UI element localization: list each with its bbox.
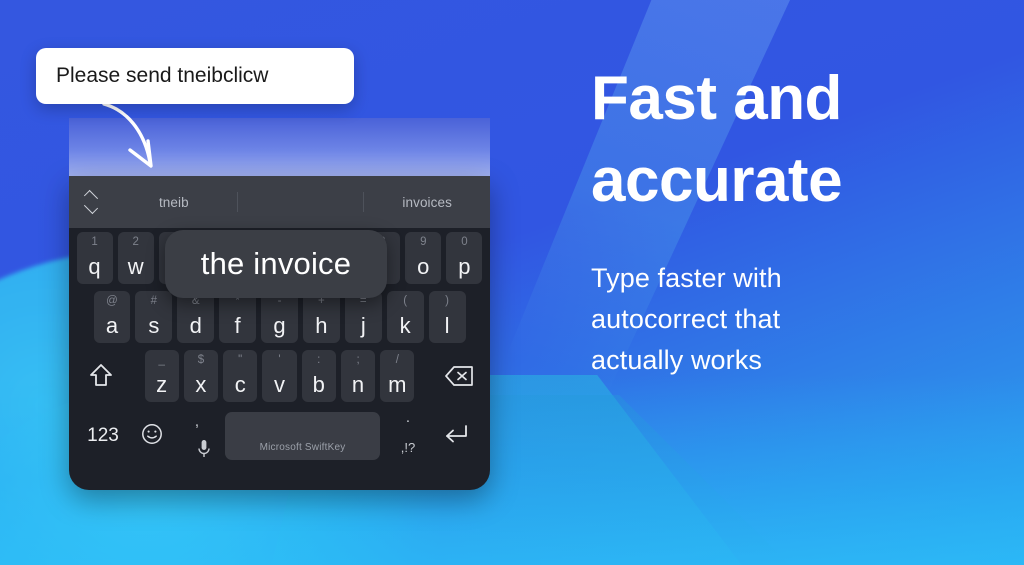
key-b[interactable]: :b [301,349,336,402]
keyboard-row-3-keys: _ z $ x " c ' v :b ; n / m [127,349,432,402]
key-q[interactable]: 1q [76,231,113,284]
headline: Fast and accurate [591,58,991,222]
period-sub-label: . [405,409,411,427]
key-alt-label: ) [445,294,449,307]
key-alt-label: " [238,353,243,366]
key-label: z [156,371,168,397]
keyboard-row-4: 123 , Microsoft SwiftKey ,!? . [69,405,490,467]
smiley-face-icon [141,423,163,450]
key-alt-label: 1 [91,235,98,248]
key-label: a [105,312,119,338]
key-f[interactable]: * f [219,290,257,343]
key-alt-label: ( [403,294,408,307]
key-alt-label: ; [356,353,360,366]
key-label: p [458,253,471,279]
key-label: v [273,371,285,397]
suggestion-item-3[interactable]: invoices [364,195,490,210]
key-c[interactable]: " c [223,349,258,402]
key-label: h [315,312,328,338]
key-alt-label: $ [197,353,205,366]
swiftkey-keyboard: tneib invoices the invoice 1q 2w 3e 4r 5… [69,176,490,490]
key-j[interactable]: = j [344,290,382,343]
curved-arrow-down-right-icon [102,102,153,168]
key-label: n [351,371,365,397]
key-label: c [234,371,246,397]
key-label: f [234,312,241,338]
key-label: d [189,312,202,338]
key-a[interactable]: @ a [93,290,131,343]
spacebar-key[interactable]: Microsoft SwiftKey [225,412,380,460]
key-h[interactable]: + h [302,290,340,343]
enter-return-icon [442,423,470,450]
numeric-mode-key[interactable]: 123 [77,425,129,447]
autocorrect-tooltip[interactable]: the invoice [165,230,387,298]
key-alt-label: : [317,353,321,366]
headline-line-2: accurate [591,145,843,215]
callout-bubble: Please send tneibclicw [36,48,354,104]
key-d[interactable]: & d [177,290,215,343]
key-m[interactable]: / m [380,349,415,402]
key-g[interactable]: -g [261,290,298,343]
subtitle: Type faster with autocorrect that actual… [591,258,991,381]
key-alt-label: 2 [132,235,139,248]
punctuation-top-label: ,!? [400,440,416,455]
subtitle-line-1: Type faster with [591,262,782,293]
key-alt-label: 0 [461,235,468,248]
key-label: w [127,253,144,279]
subtitle-line-3: actually works [591,344,762,375]
key-alt-label: # [150,294,158,307]
key-alt-label: / [395,353,399,366]
key-label: k [399,312,411,338]
key-label: x [195,371,207,397]
key-label: o [417,253,430,279]
key-o[interactable]: 9o [405,231,442,284]
key-s[interactable]: # s [135,290,173,343]
key-label: l [444,312,450,338]
suggestion-item-1[interactable]: tneib [111,195,237,210]
key-alt-label: 9 [420,235,427,248]
backspace-delete-icon [444,365,474,387]
shift-key[interactable] [77,350,125,402]
suggestion-bar: tneib invoices [69,176,490,228]
key-label: j [360,312,366,338]
key-v[interactable]: ' v [262,349,297,402]
key-label: b [312,371,325,397]
key-x[interactable]: $ x [183,349,219,402]
key-label: q [88,253,101,279]
suggestion-expand-button[interactable] [69,191,111,213]
key-label: g [273,312,286,338]
key-p[interactable]: 0p [446,231,483,284]
subtitle-line-2: autocorrect that [591,303,781,334]
backspace-key[interactable] [435,350,483,402]
emoji-key[interactable] [129,423,175,450]
headline-line-1: Fast and [591,64,842,133]
key-k[interactable]: (k [386,290,424,343]
key-alt-label: ' [278,353,281,366]
key-alt-label: _ [158,353,165,366]
key-n[interactable]: ; n [340,349,376,402]
key-l[interactable]: ) l [428,290,466,343]
enter-key[interactable] [430,423,482,450]
comma-sub-label: , [194,413,200,431]
key-z[interactable]: _ z [144,349,179,402]
shift-arrow-up-icon [89,363,113,389]
marketing-copy: Fast and accurate Type faster with autoc… [591,58,991,381]
chevron-up-down-icon [85,191,96,213]
key-alt-label: @ [106,294,118,307]
key-label: s [148,312,160,338]
keyboard-row-3: _ z $ x " c ' v :b ; n / m [69,346,490,405]
suggestion-divider [236,192,238,212]
key-w[interactable]: 2w [117,231,154,284]
key-label: m [388,371,407,397]
callout-text: Please send tneibclicw [56,64,269,87]
